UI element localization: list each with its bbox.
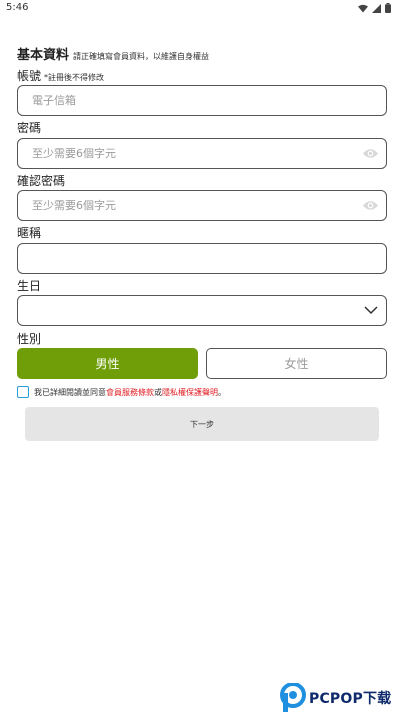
account-label: 帳號 bbox=[17, 69, 42, 83]
agreement-prefix: 我已詳細閱讀並同意 bbox=[34, 387, 106, 397]
privacy-link[interactable]: 隱私權保護聲明 bbox=[162, 388, 218, 397]
birthday-select[interactable] bbox=[17, 295, 387, 326]
agree-checkbox[interactable] bbox=[17, 386, 29, 398]
page-subtitle: 請正確填寫會員資料，以維護自身權益 bbox=[73, 52, 210, 61]
nickname-field[interactable] bbox=[17, 243, 387, 274]
confirm-password-field[interactable] bbox=[17, 190, 387, 221]
gender-female-button[interactable]: 女性 bbox=[206, 348, 387, 379]
eye-icon[interactable] bbox=[362, 147, 379, 160]
account-label-row: 帳號 *註冊後不得修改 bbox=[17, 67, 104, 84]
status-icons bbox=[358, 3, 391, 13]
confirm-password-label: 確認密碼 bbox=[17, 174, 66, 188]
status-time: 5:46 bbox=[6, 2, 29, 13]
birthday-label: 生日 bbox=[17, 279, 42, 293]
watermark-text: PCPOP下载 bbox=[309, 691, 392, 707]
password-label: 密碼 bbox=[17, 121, 42, 135]
account-note: *註冊後不得修改 bbox=[44, 73, 105, 82]
nickname-label: 暱稱 bbox=[17, 226, 42, 240]
eye-icon[interactable] bbox=[362, 199, 379, 212]
gender-male-button[interactable]: 男性 bbox=[17, 348, 198, 379]
gender-label: 性別 bbox=[17, 332, 42, 346]
nickname-input[interactable] bbox=[18, 244, 386, 273]
password-field[interactable] bbox=[17, 138, 387, 169]
password-input[interactable] bbox=[18, 139, 386, 168]
account-field[interactable] bbox=[17, 85, 387, 116]
confirm-password-input[interactable] bbox=[18, 191, 386, 220]
email-input[interactable] bbox=[18, 86, 386, 115]
wifi-icon bbox=[358, 4, 368, 12]
status-bar: 5:46 bbox=[0, 0, 403, 18]
agreement-suffix: 。 bbox=[218, 387, 226, 397]
agreement-or: 或 bbox=[154, 387, 162, 397]
terms-link[interactable]: 會員服務條款 bbox=[106, 388, 154, 397]
pcpop-logo-icon bbox=[280, 683, 306, 712]
signal-icon bbox=[372, 3, 381, 13]
agreement-text: 我已詳細閱讀並同意會員服務條款或隱私權保護聲明。 bbox=[34, 387, 226, 398]
agreement-row: 我已詳細閱讀並同意會員服務條款或隱私權保護聲明。 bbox=[17, 386, 226, 398]
section-header: 基本資料 請正確填寫會員資料，以維護自身權益 bbox=[17, 44, 209, 63]
chevron-down-icon[interactable] bbox=[364, 305, 378, 315]
next-button[interactable]: 下一步 bbox=[25, 407, 379, 441]
battery-icon bbox=[385, 3, 391, 13]
watermark: PCPOP下载 bbox=[280, 683, 391, 713]
page-title: 基本資料 bbox=[17, 48, 70, 63]
